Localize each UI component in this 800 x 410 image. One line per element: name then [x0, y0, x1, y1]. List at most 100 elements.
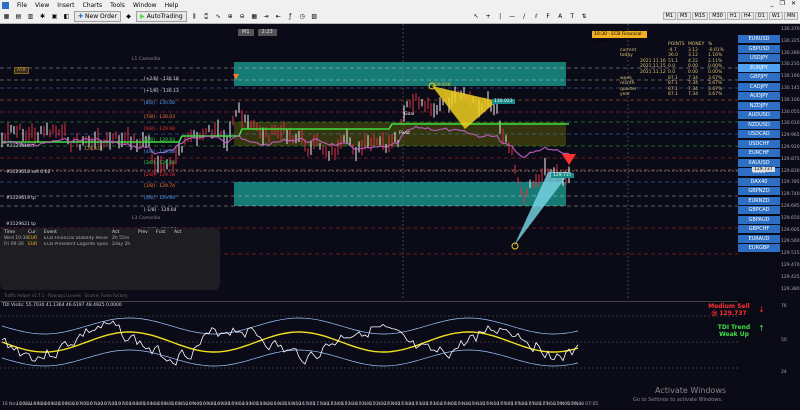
- arrows-icon[interactable]: ⇅: [580, 12, 589, 21]
- label-icon[interactable]: T: [568, 12, 577, 21]
- menu-view[interactable]: View: [35, 2, 49, 9]
- close-icon[interactable]: ✕: [791, 0, 796, 7]
- menu-charts[interactable]: Charts: [83, 2, 103, 9]
- price-scale-label: 130.280: [781, 50, 800, 56]
- line-chart-icon[interactable]: ∿: [214, 12, 223, 21]
- text-icon[interactable]: A: [556, 12, 565, 21]
- chart-shift-icon[interactable]: ⇤: [274, 12, 283, 21]
- murrey-level-label: [1/8] - 129.74: [144, 184, 175, 189]
- symbol-button-gbpusd[interactable]: GBPUSD: [738, 44, 780, 53]
- price-scale-label: 129.740: [781, 192, 800, 198]
- candle-chart-icon[interactable]: ⧮: [202, 12, 211, 21]
- cursor-icon[interactable]: ↖: [472, 12, 481, 21]
- time-axis-label: 17 Nov 07:05: [567, 402, 599, 407]
- new-chart-icon[interactable]: ▦: [2, 12, 11, 21]
- tf-m15[interactable]: M15: [691, 12, 709, 20]
- profiles-icon[interactable]: ▤: [14, 12, 23, 21]
- sell-signal: Medium Sell @ 129.737: [694, 303, 764, 317]
- bar-chart-icon[interactable]: ⫼: [190, 12, 199, 21]
- price-scale[interactable]: 130.370 130.325 130.280 130.235 130.190 130.1…: [780, 24, 800, 381]
- symbol-button-gbpnzd[interactable]: GBPNZD: [738, 187, 780, 195]
- murrey-level-label: [6/8] - 129.98: [144, 127, 175, 132]
- zoom-in-icon[interactable]: ⊕: [226, 12, 235, 21]
- templates-icon[interactable]: ▧: [310, 12, 319, 21]
- symbol-button-dax40[interactable]: DAX40: [738, 177, 780, 186]
- price-scale-label: 130.055: [781, 109, 800, 115]
- murrey-level-label: [0/8] - 129.69: [144, 196, 175, 201]
- indicators-icon[interactable]: ƒ: [286, 12, 295, 21]
- symbol-button-euraud[interactable]: EURAUD: [738, 234, 780, 243]
- vertical-line-icon[interactable]: |: [496, 12, 505, 21]
- symbol-button-xauusd[interactable]: XAUUSD: [738, 158, 780, 167]
- stats-row: year 87.1 7.34 3.67%: [620, 92, 740, 98]
- tf-h1[interactable]: H1: [726, 12, 740, 20]
- symbol-button-eurgbp[interactable]: EURGBP: [738, 244, 780, 252]
- current-price-tag: 129.737: [752, 167, 775, 172]
- crosshair-icon[interactable]: +: [484, 12, 493, 21]
- menu-window[interactable]: Window: [133, 2, 157, 9]
- stats-cell: [640, 92, 668, 98]
- price-scale-label: 129.965: [781, 133, 800, 139]
- trendline-icon[interactable]: /: [520, 12, 529, 21]
- new-order-button[interactable]: ✚ New Order: [74, 11, 122, 22]
- news-row[interactable]: Fri 09:30 EUR ECB President Lagarde Spea…: [4, 242, 216, 248]
- fibo-icon[interactable]: F: [544, 12, 553, 21]
- periods-icon[interactable]: ◷: [298, 12, 307, 21]
- autotrading-button[interactable]: ▶ AutoTrading: [136, 11, 187, 22]
- autoscroll-icon[interactable]: ⇥: [262, 12, 271, 21]
- tf-d1[interactable]: D1: [754, 12, 768, 20]
- symbol-button-gbpjpy[interactable]: GBPJPY: [738, 73, 780, 81]
- minimize-icon[interactable]: _: [771, 0, 774, 7]
- symbol-button-eurjpy[interactable]: EURJPY: [738, 63, 780, 72]
- app-icon: [2, 1, 9, 9]
- tf-h4[interactable]: H4: [740, 12, 754, 20]
- tf-w1[interactable]: W1: [768, 12, 783, 20]
- tf-mn[interactable]: MN: [783, 12, 798, 20]
- symbol-button-cadjpy[interactable]: CADJPY: [738, 82, 780, 91]
- news-panel: Time Cur Event Act Prev Fcst Act Wed 10:…: [0, 228, 220, 290]
- bottom-price-tag: 129.658: [432, 83, 451, 88]
- symbol-button-audjpy[interactable]: AUDJPY: [738, 92, 780, 100]
- symbol-button-nzdusd[interactable]: NZDUSD: [738, 120, 780, 129]
- tf-m1[interactable]: M1: [662, 12, 676, 20]
- symbol-button-gbpaud[interactable]: GBPAUD: [738, 215, 780, 224]
- mt4-window: File View Insert Charts Tools Window Hel…: [0, 0, 800, 410]
- atr-badge[interactable]: ATR: [14, 67, 29, 74]
- tf-m30[interactable]: M30: [709, 12, 726, 20]
- price-scale-label: 24: [781, 370, 787, 375]
- symbol-button-audusd[interactable]: AUDUSD: [738, 111, 780, 119]
- symbol-button-usdcad[interactable]: USDCAD: [738, 130, 780, 138]
- chart-tab-timeframe[interactable]: M1: [238, 29, 254, 36]
- symbol-button-usdchf[interactable]: USDCHF: [738, 139, 780, 148]
- menu-help[interactable]: Help: [165, 2, 179, 9]
- stats-cell: 3.67%: [708, 92, 723, 98]
- symbol-button-gbpchf[interactable]: GBPCHF: [738, 225, 780, 233]
- restore-icon[interactable]: ❐: [780, 0, 785, 7]
- terminal-icon[interactable]: ▣: [50, 12, 59, 21]
- order-line-label: #3129621 tp: [6, 222, 36, 227]
- tester-icon[interactable]: ◧: [62, 12, 71, 21]
- symbol-button-eurchf[interactable]: EURCHF: [738, 149, 780, 157]
- symbol-button-usdjpy[interactable]: USDJPY: [738, 54, 780, 62]
- symbol-button-nzdjpy[interactable]: NZDJPY: [738, 101, 780, 110]
- symbol-button-eurusd[interactable]: EURUSD: [738, 35, 780, 43]
- menu-tools[interactable]: Tools: [110, 2, 125, 9]
- tf-m5[interactable]: M5: [677, 12, 691, 20]
- editor-icon[interactable]: ◆: [124, 12, 133, 21]
- price-scale-label: 129.605: [781, 227, 800, 233]
- stats-cell: 87.1: [668, 92, 679, 98]
- navigator-icon[interactable]: ✱: [38, 12, 47, 21]
- symbol-button-eurnzd[interactable]: EURNZD: [738, 196, 780, 205]
- order-line-label: #3129618 sell 0.02: [6, 170, 51, 175]
- zoom-out-icon[interactable]: ⊖: [238, 12, 247, 21]
- tile-icon[interactable]: ▦: [250, 12, 259, 21]
- tdi-subchart[interactable]: TDI Visits: 55.7030 41.1364 46.6197 48.4…: [0, 301, 738, 381]
- menu-file[interactable]: File: [17, 2, 27, 9]
- symbol-button-gbpcad[interactable]: GBPCAD: [738, 206, 780, 214]
- price-scale-label: 130.325: [781, 38, 800, 44]
- menu-insert[interactable]: Insert: [57, 2, 74, 9]
- horizontal-line-icon[interactable]: —: [508, 12, 517, 21]
- market-watch-icon[interactable]: ▥: [26, 12, 35, 21]
- channel-icon[interactable]: ⫽: [532, 12, 541, 21]
- news-countdown: 2day 2h: [112, 242, 131, 247]
